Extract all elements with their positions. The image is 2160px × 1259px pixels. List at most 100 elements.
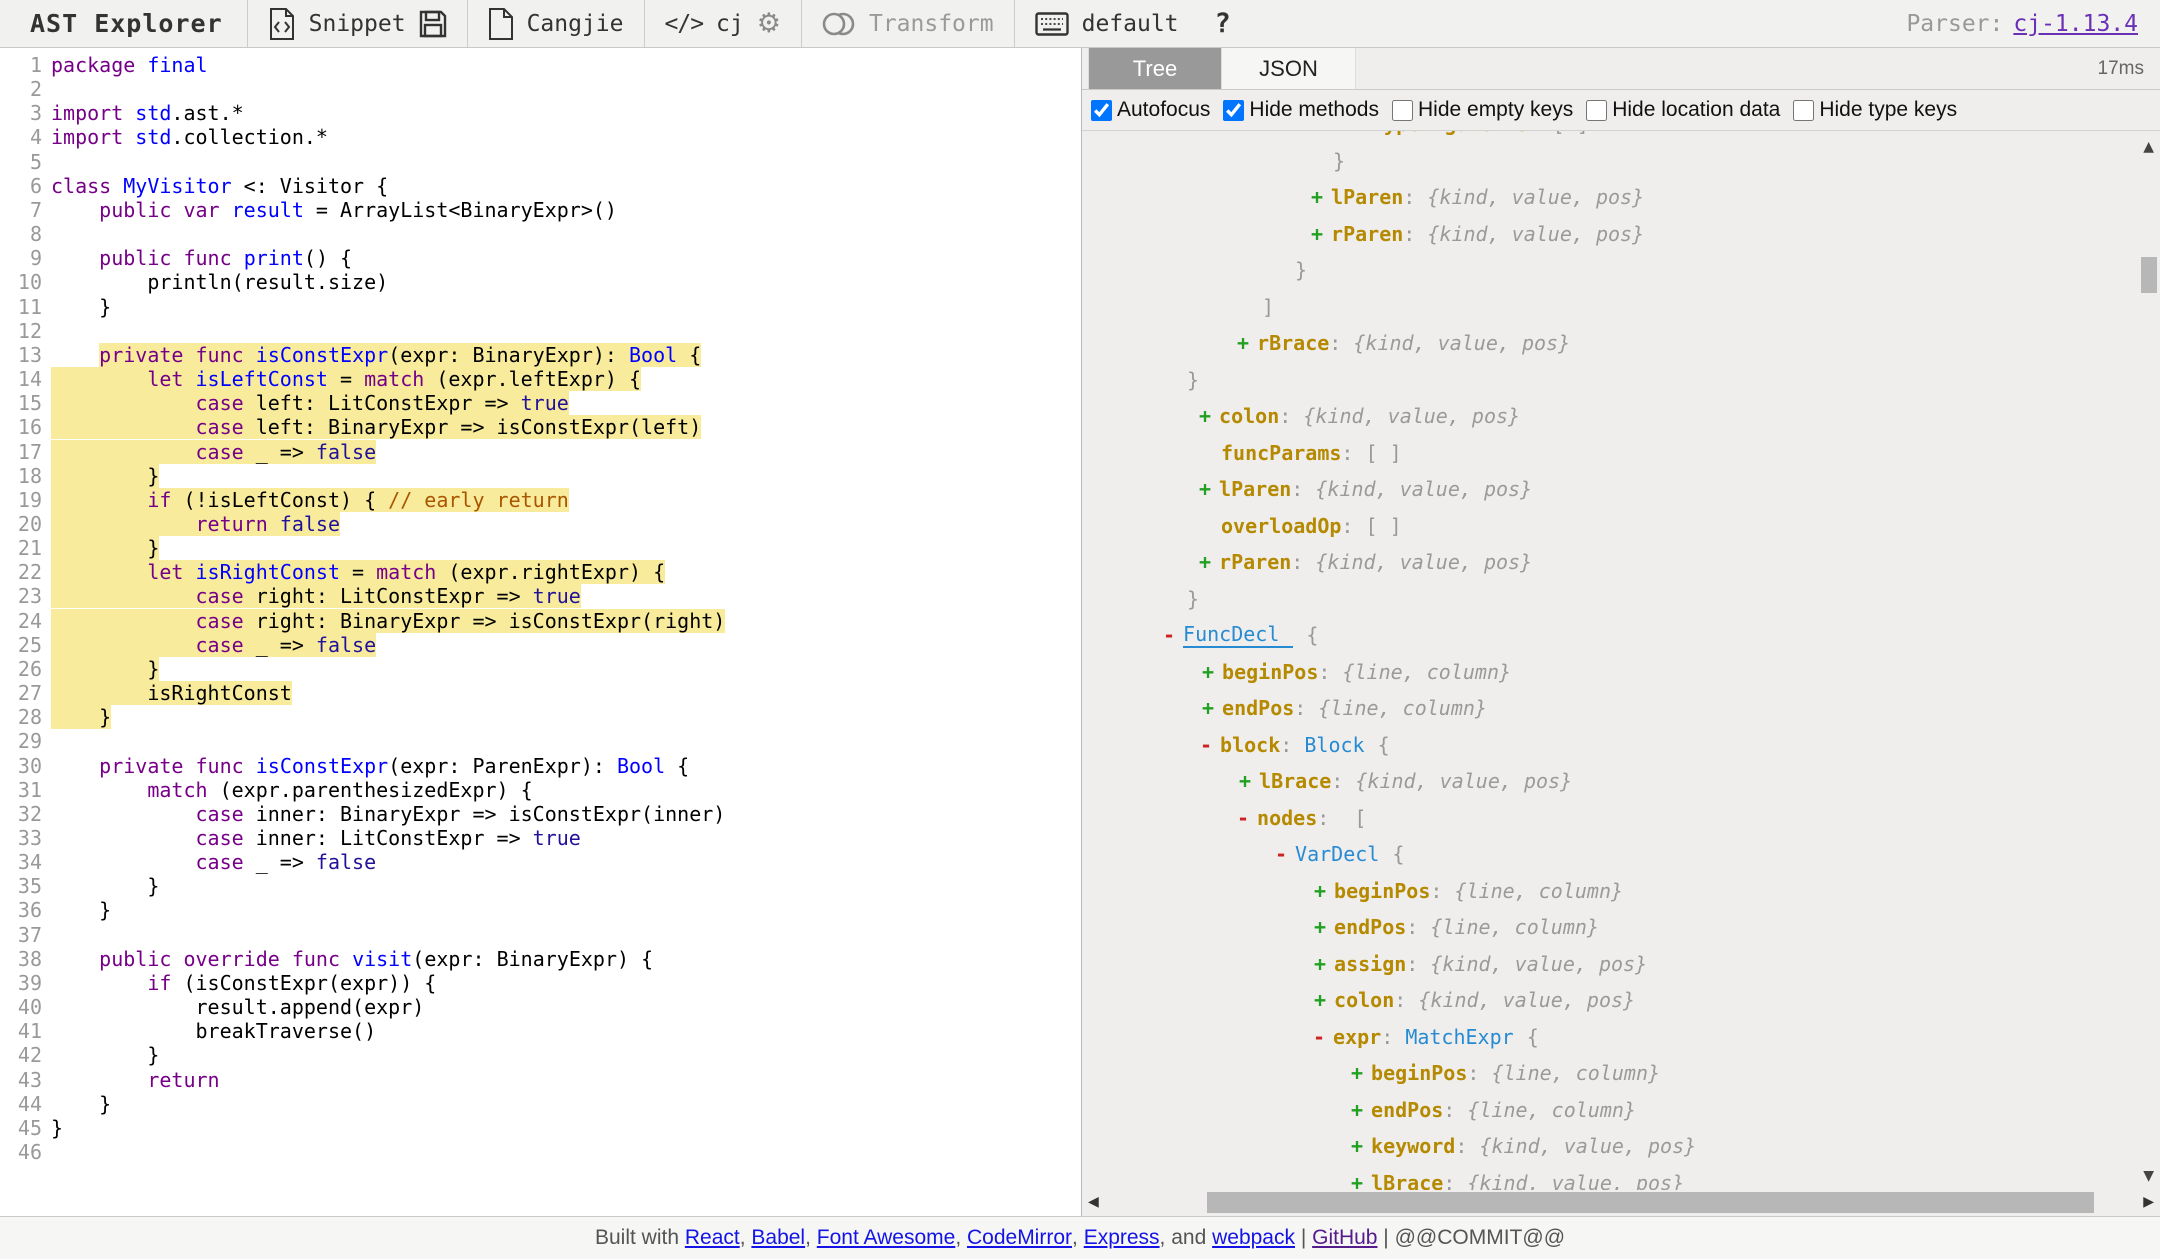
code-line[interactable]: 41 breakTraverse(): [0, 1019, 1081, 1043]
tree-row[interactable]: overloadOp: [ ]: [1082, 508, 2160, 545]
file-code-icon[interactable]: [268, 8, 296, 40]
transform-button[interactable]: Transform: [869, 11, 994, 37]
expand-icon[interactable]: +: [1202, 660, 1214, 684]
tree-key[interactable]: keyword: [1371, 1134, 1455, 1158]
tree-key[interactable]: expr: [1333, 1025, 1381, 1049]
expand-icon[interactable]: +: [1314, 988, 1326, 1012]
tree-row[interactable]: }: [1082, 581, 2160, 618]
tree-key[interactable]: rParen: [1219, 550, 1291, 574]
code-line[interactable]: 29: [0, 729, 1081, 753]
code-line[interactable]: 31 match (expr.parenthesizedExpr) {: [0, 778, 1081, 802]
expand-icon[interactable]: +: [1311, 185, 1323, 209]
collapse-icon[interactable]: -: [1237, 806, 1249, 830]
tree-row[interactable]: +lParen: {kind, value, pos}: [1082, 179, 2160, 216]
code-line[interactable]: 2: [0, 77, 1081, 101]
tree-row[interactable]: +lBrace: {kind, value, pos}: [1082, 763, 2160, 800]
horizontal-scrollbar[interactable]: ◀ ▶: [1082, 1190, 2160, 1216]
tree-key[interactable]: typeArguments: [1372, 131, 1529, 136]
tree-row[interactable]: +endPos: {line, column}: [1082, 690, 2160, 727]
tree-key[interactable]: rParen: [1331, 222, 1403, 246]
code-line[interactable]: 10 println(result.size): [0, 270, 1081, 294]
expand-icon[interactable]: +: [1199, 404, 1211, 428]
tree-key[interactable]: funcParams: [1221, 441, 1341, 465]
tree-key[interactable]: colon: [1334, 988, 1394, 1012]
tree-row[interactable]: +beginPos: {line, column}: [1082, 873, 2160, 910]
tree-row[interactable]: +assign: {kind, value, pos}: [1082, 946, 2160, 983]
expand-icon[interactable]: +: [1239, 769, 1251, 793]
tree-key[interactable]: beginPos: [1371, 1061, 1467, 1085]
code-line[interactable]: 18 }: [0, 464, 1081, 488]
code-line[interactable]: 12: [0, 319, 1081, 343]
help-button[interactable]: ?: [1199, 0, 1247, 47]
scroll-right-arrow[interactable]: ▶: [2143, 1194, 2154, 1210]
tab-json[interactable]: JSON: [1222, 48, 1356, 89]
snippet-button[interactable]: Snippet: [309, 11, 406, 37]
expand-icon[interactable]: +: [1202, 696, 1214, 720]
code-line[interactable]: 26 }: [0, 657, 1081, 681]
expand-icon[interactable]: +: [1314, 952, 1326, 976]
footer-link-babel[interactable]: Babel: [751, 1226, 805, 1250]
parser-version-link[interactable]: cj-1.13.4: [2013, 11, 2138, 37]
option-hide-methods[interactable]: Hide methods: [1223, 98, 1379, 122]
footer-link-webpack[interactable]: webpack: [1212, 1226, 1295, 1250]
expand-icon[interactable]: +: [1351, 1134, 1363, 1158]
tree-row[interactable]: funcParams: [ ]: [1082, 435, 2160, 472]
scroll-left-arrow[interactable]: ◀: [1088, 1194, 1099, 1210]
code-line[interactable]: 7 public var result = ArrayList<BinaryEx…: [0, 198, 1081, 222]
code-line[interactable]: 28 }: [0, 705, 1081, 729]
code-line[interactable]: 13 private func isConstExpr(expr: Binary…: [0, 343, 1081, 367]
collapse-icon[interactable]: -: [1200, 733, 1212, 757]
expand-icon[interactable]: +: [1311, 222, 1323, 246]
code-line[interactable]: 45}: [0, 1116, 1081, 1140]
tree-row[interactable]: +rParen: {kind, value, pos}: [1082, 544, 2160, 581]
tree-row[interactable]: }: [1082, 252, 2160, 289]
code-line[interactable]: 24 case right: BinaryExpr => isConstExpr…: [0, 609, 1081, 633]
gear-icon[interactable]: ⚙: [757, 10, 781, 37]
option-hide-type-keys[interactable]: Hide type keys: [1793, 98, 1957, 122]
tree-row[interactable]: -expr: MatchExpr{: [1082, 1019, 2160, 1056]
code-line[interactable]: 32 case inner: BinaryExpr => isConstExpr…: [0, 802, 1081, 826]
code-line[interactable]: 46: [0, 1140, 1081, 1164]
checkbox-hide-empty-keys[interactable]: [1392, 100, 1413, 121]
expand-icon[interactable]: +: [1351, 1171, 1363, 1190]
tree-row[interactable]: +colon: {kind, value, pos}: [1082, 982, 2160, 1019]
tree-row[interactable]: -nodes: [: [1082, 800, 2160, 837]
footer-link-codemirror[interactable]: CodeMirror: [967, 1226, 1072, 1250]
tree-node-type[interactable]: MatchExpr: [1405, 1025, 1513, 1049]
code-line[interactable]: 43 return: [0, 1068, 1081, 1092]
code-line[interactable]: 37: [0, 923, 1081, 947]
tree-key[interactable]: rBrace: [1257, 331, 1329, 355]
code-line[interactable]: 20 return false: [0, 512, 1081, 536]
tree-row[interactable]: -FuncDecl{: [1082, 617, 2160, 654]
code-line[interactable]: 8: [0, 222, 1081, 246]
tree-node-type[interactable]: Block: [1304, 733, 1364, 757]
code-line[interactable]: 21 }: [0, 536, 1081, 560]
code-line[interactable]: 22 let isRightConst = match (expr.rightE…: [0, 560, 1081, 584]
code-editor[interactable]: 1package final23import std.ast.*4import …: [0, 48, 1082, 1216]
file-icon[interactable]: [488, 8, 514, 40]
tree-row[interactable]: +lParen: {kind, value, pos}: [1082, 471, 2160, 508]
tree-key[interactable]: block: [1220, 733, 1280, 757]
horizontal-scrollbar-thumb[interactable]: [1207, 1192, 2094, 1213]
checkbox-hide-location-data[interactable]: [1586, 100, 1607, 121]
keymap-button[interactable]: default: [1082, 11, 1179, 37]
tree-row[interactable]: +endPos: {line, column}: [1082, 1092, 2160, 1129]
tree-row[interactable]: }: [1082, 143, 2160, 180]
expand-icon[interactable]: +: [1314, 879, 1326, 903]
code-line[interactable]: 11 }: [0, 295, 1081, 319]
keyboard-icon[interactable]: [1035, 12, 1069, 36]
tree-key[interactable]: assign: [1334, 952, 1406, 976]
language-button[interactable]: Cangjie: [527, 11, 624, 37]
code-line[interactable]: 35 }: [0, 874, 1081, 898]
footer-link-github[interactable]: GitHub: [1312, 1226, 1377, 1250]
code-line[interactable]: 39 if (isConstExpr(expr)) {: [0, 971, 1081, 995]
code-line[interactable]: 34 case _ => false: [0, 850, 1081, 874]
expand-icon[interactable]: +: [1199, 550, 1211, 574]
footer-link-react[interactable]: React: [685, 1226, 740, 1250]
footer-link-font-awesome[interactable]: Font Awesome: [817, 1226, 956, 1250]
tree-row[interactable]: +endPos: {line, column}: [1082, 909, 2160, 946]
collapse-icon[interactable]: -: [1313, 1025, 1325, 1049]
tree-key[interactable]: lParen: [1331, 185, 1403, 209]
expand-icon[interactable]: +: [1237, 331, 1249, 355]
code-line[interactable]: 6class MyVisitor <: Visitor {: [0, 174, 1081, 198]
